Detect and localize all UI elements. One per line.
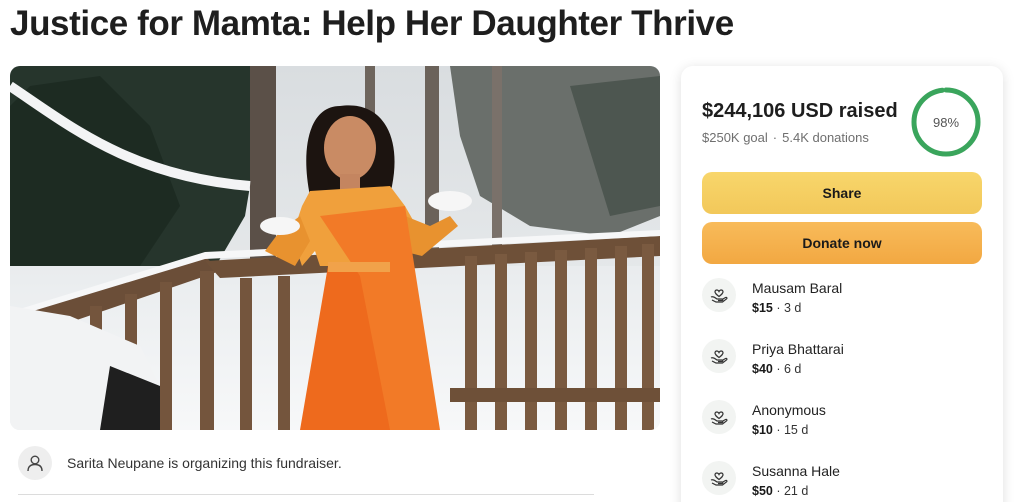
amount-raised: $244,106 USD raised [702, 100, 898, 122]
campaign-photo[interactable] [10, 66, 660, 430]
goal-amount: $250K goal [702, 130, 768, 145]
hand-heart-icon [702, 400, 736, 434]
donor-meta: $50 · 21 d [752, 484, 808, 498]
donor-meta: $40 · 6 d [752, 362, 801, 376]
donate-now-button[interactable]: Donate now [702, 222, 982, 264]
organizer-text: Sarita Neupane is organizing this fundra… [67, 455, 342, 471]
donation-item: Priya Bhattarai $40 · 6 d [702, 337, 982, 381]
donor-time: · 3 d [776, 301, 802, 315]
goal-summary: $250K goal · 5.4K donations [702, 130, 869, 145]
donor-amount: $10 [752, 423, 773, 437]
donor-meta: $15 · 3 d [752, 301, 801, 315]
share-button[interactable]: Share [702, 172, 982, 214]
hand-heart-icon [702, 461, 736, 495]
organizer-row[interactable]: Sarita Neupane is organizing this fundra… [18, 446, 342, 480]
donor-time: · 21 d [776, 484, 809, 498]
hand-heart-icon [702, 339, 736, 373]
donor-meta: $10 · 15 d [752, 423, 808, 437]
donation-item: Anonymous $10 · 15 d [702, 398, 982, 442]
donor-time: · 6 d [776, 362, 802, 376]
donation-count: 5.4K donations [782, 130, 869, 145]
divider [18, 494, 594, 495]
donor-name: Susanna Hale [752, 463, 840, 479]
donor-time: · 15 d [776, 423, 809, 437]
campaign-photo-image [10, 66, 660, 430]
donor-amount: $15 [752, 301, 773, 315]
donation-item: Susanna Hale $50 · 21 d [702, 459, 982, 502]
donation-card: $244,106 USD raised $250K goal · 5.4K dona… [681, 66, 1003, 502]
progress-ring: 98% [910, 86, 982, 158]
donor-amount: $40 [752, 362, 773, 376]
separator: · [772, 130, 778, 145]
donor-name: Anonymous [752, 402, 826, 418]
donor-amount: $50 [752, 484, 773, 498]
hand-heart-icon [702, 278, 736, 312]
donor-name: Mausam Baral [752, 280, 843, 296]
progress-percent: 98% [932, 114, 960, 130]
user-icon [18, 446, 52, 480]
page-title: Justice for Mamta: Help Her Daughter Thr… [10, 4, 734, 43]
donation-item: Mausam Baral $15 · 3 d [702, 276, 982, 320]
donor-name: Priya Bhattarai [752, 341, 844, 357]
